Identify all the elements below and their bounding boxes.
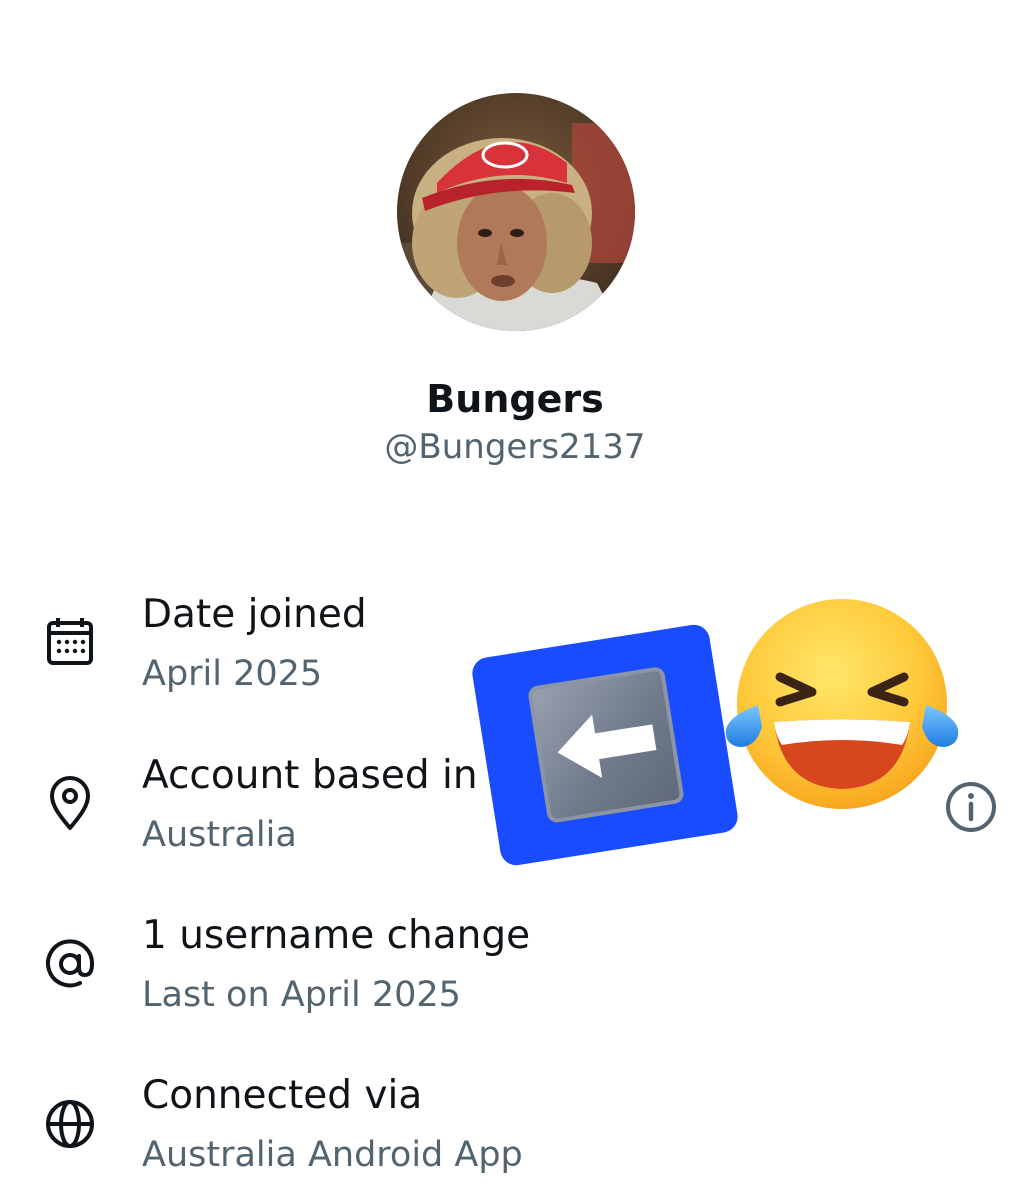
username-handle: @Bungers2137 — [384, 427, 646, 467]
at-sign-icon — [40, 934, 100, 994]
left-arrow-key-emoji — [470, 622, 740, 868]
connected-via-row: Connected via Australia Android App — [0, 1066, 1030, 1196]
row-subtitle: Australia — [142, 815, 297, 855]
row-title: Account based in — [142, 753, 478, 798]
display-name: Bungers — [426, 377, 604, 421]
calendar-icon — [40, 613, 100, 673]
location-pin-icon — [40, 772, 100, 832]
row-subtitle: Australia Android App — [142, 1135, 523, 1175]
row-title: Connected via — [142, 1073, 423, 1118]
avatar[interactable] — [397, 93, 635, 331]
username-change-row: 1 username change Last on April 2025 — [0, 906, 1030, 1036]
arrow-key — [527, 665, 685, 824]
globe-icon — [40, 1094, 100, 1154]
profile-photo — [397, 93, 635, 331]
tears-of-joy-emoji — [722, 597, 962, 812]
row-subtitle: Last on April 2025 — [142, 975, 461, 1015]
left-arrow-icon — [557, 714, 657, 778]
row-subtitle: April 2025 — [142, 654, 323, 694]
row-title: Date joined — [142, 592, 367, 637]
row-title: 1 username change — [142, 913, 531, 958]
